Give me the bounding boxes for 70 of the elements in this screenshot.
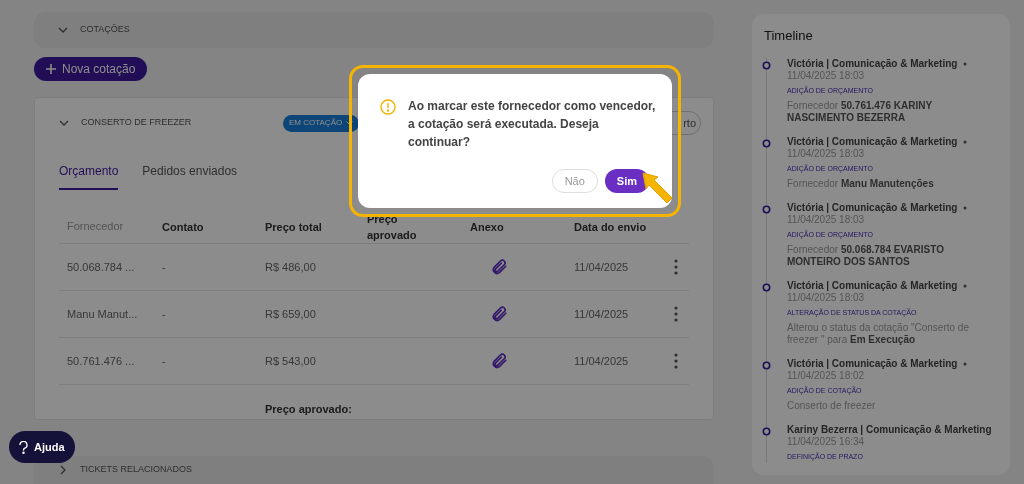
dot-icon bbox=[963, 361, 968, 366]
timeline-node-icon bbox=[762, 360, 771, 370]
dialog-message: Ao marcar este fornecedor como vencedor, a cotação será executada. Deseja continuar? bbox=[408, 98, 656, 151]
tab[interactable]: Orçamento bbox=[59, 162, 119, 190]
timeline-author: Victória | Comunicação & Marketing bbox=[787, 135, 958, 148]
table-cell-text: 11/04/2025 bbox=[574, 306, 630, 322]
warning-icon bbox=[380, 99, 396, 115]
table-cell-text: - bbox=[162, 353, 167, 369]
table-cell-text: 11/04/2025 bbox=[574, 353, 630, 369]
new-quote-button[interactable]: Nova cotação bbox=[34, 57, 148, 81]
section-header[interactable]: COTAÇÕES bbox=[34, 12, 714, 48]
timeline-author: Victória | Comunicação & Marketing bbox=[787, 357, 958, 370]
timeline-node-icon bbox=[762, 138, 771, 148]
more-options-icon[interactable] bbox=[674, 259, 678, 275]
pointer-arrow-icon bbox=[641, 171, 675, 205]
timeline-detail: Fornecedor 50.068.784 EVARISTO MONTEIRO DOS SANTOS bbox=[787, 243, 945, 268]
column-header: Data do envio bbox=[574, 219, 648, 235]
column-header: Preço total bbox=[265, 219, 323, 235]
approved-price-label: Preço aprovado: bbox=[265, 402, 353, 417]
column-header: Anexo bbox=[470, 219, 505, 235]
paperclip-icon[interactable] bbox=[490, 257, 508, 277]
chevron-icon[interactable] bbox=[58, 465, 68, 475]
timeline-time: 11/04/2025 18:02 bbox=[787, 369, 866, 382]
table-cell-text: - bbox=[162, 306, 167, 322]
timeline-node-icon bbox=[762, 60, 771, 70]
help-button[interactable]: Ajuda bbox=[9, 431, 75, 463]
section-header[interactable]: TICKETS RELACIONADOS bbox=[34, 456, 714, 484]
chevron-icon[interactable] bbox=[58, 25, 68, 35]
timeline-time: 11/04/2025 18:03 bbox=[787, 291, 866, 304]
table-cell-text: 50.761.476 ... bbox=[66, 353, 136, 369]
card-title: CONSERTO DE FREEZER bbox=[81, 116, 193, 130]
timeline-author: Victória | Comunicação & Marketing bbox=[787, 279, 958, 292]
timeline-time: 11/04/2025 16:34 bbox=[787, 435, 866, 448]
timeline-detail: Fornecedor Manu Manutenções bbox=[787, 177, 935, 190]
more-options-icon[interactable] bbox=[674, 353, 678, 369]
table-cell-text: R$ 543,00 bbox=[265, 353, 317, 369]
paperclip-icon[interactable] bbox=[490, 304, 508, 324]
timeline-time: 11/04/2025 18:03 bbox=[787, 213, 866, 226]
dot-icon bbox=[963, 139, 968, 144]
status-dropdown[interactable]: EM COTAÇÃO bbox=[283, 114, 360, 132]
chevron-icon[interactable] bbox=[59, 118, 69, 128]
timeline-node-icon bbox=[762, 426, 771, 436]
caret-icon bbox=[346, 120, 354, 126]
plus-icon bbox=[46, 64, 56, 74]
timeline-time: 11/04/2025 18:03 bbox=[787, 69, 866, 82]
tab[interactable]: Pedidos enviados bbox=[142, 162, 238, 190]
timeline-author: Victória | Comunicação & Marketing bbox=[787, 57, 958, 70]
timeline-author: Victória | Comunicação & Marketing bbox=[787, 201, 958, 214]
timeline-node-icon bbox=[762, 282, 771, 292]
column-header: Contato bbox=[162, 219, 205, 235]
table-cell-text: - bbox=[162, 259, 167, 275]
dot-icon bbox=[963, 283, 968, 288]
table-cell-text: 11/04/2025 bbox=[574, 259, 630, 275]
table-cell-text: Manu Manut... bbox=[66, 306, 139, 322]
table-cell-text: 50.068.784 ... bbox=[66, 259, 136, 275]
timeline-author: Kariny Bezerra | Comunicação & Marketing bbox=[787, 423, 992, 436]
timeline-node-icon bbox=[762, 204, 771, 214]
dot-icon bbox=[963, 61, 968, 66]
timeline-time: 11/04/2025 18:03 bbox=[787, 147, 866, 160]
dot-icon bbox=[963, 205, 968, 210]
table-cell-text: R$ 659,00 bbox=[265, 306, 317, 322]
paperclip-icon[interactable] bbox=[490, 351, 508, 371]
table-cell-text: R$ 486,00 bbox=[265, 259, 317, 275]
section-title: COTAÇÕES bbox=[80, 23, 130, 37]
more-options-icon[interactable] bbox=[674, 306, 678, 322]
timeline-detail: Fornecedor 50.761.476 KARINY NASCIMENTO BEZERRA bbox=[787, 99, 933, 124]
column-header: Fornecedor bbox=[66, 219, 125, 235]
help-icon bbox=[19, 440, 28, 454]
timeline-title: Timeline bbox=[764, 27, 814, 45]
section-title: TICKETS RELACIONADOS bbox=[80, 463, 193, 477]
